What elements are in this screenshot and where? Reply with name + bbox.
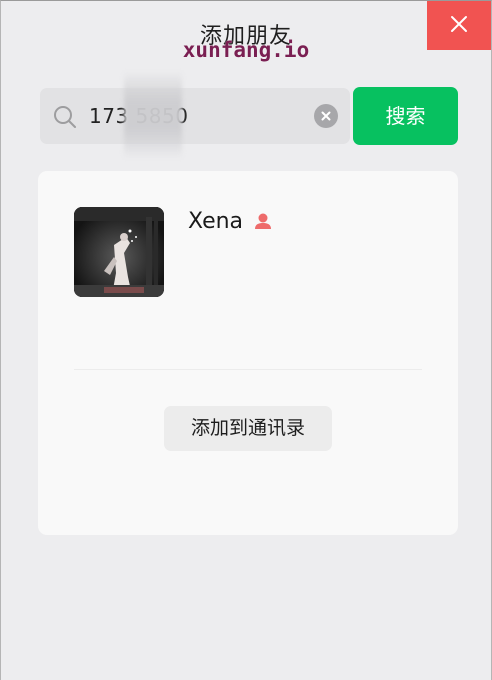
search-button[interactable]: 搜索 — [353, 87, 458, 145]
watermark: xunfang.io — [182, 38, 310, 62]
search-icon — [53, 105, 77, 133]
close-icon — [450, 15, 468, 37]
contact-name: Xena — [188, 209, 244, 234]
add-friend-window: 添加朋友 xunfang.io 173 5850 搜索 — [0, 0, 492, 680]
close-button[interactable] — [427, 1, 491, 50]
female-user-icon — [254, 212, 272, 234]
avatar[interactable] — [74, 207, 164, 297]
clear-search-button[interactable] — [314, 104, 338, 128]
search-input[interactable]: 173 5850 — [40, 72, 350, 158]
add-to-contacts-button[interactable]: 添加到通讯录 — [164, 406, 332, 451]
redaction-blur — [124, 72, 182, 158]
clear-icon — [320, 107, 332, 126]
search-result-card: Xena 添加到通讯录 — [38, 171, 458, 535]
divider — [74, 369, 422, 370]
